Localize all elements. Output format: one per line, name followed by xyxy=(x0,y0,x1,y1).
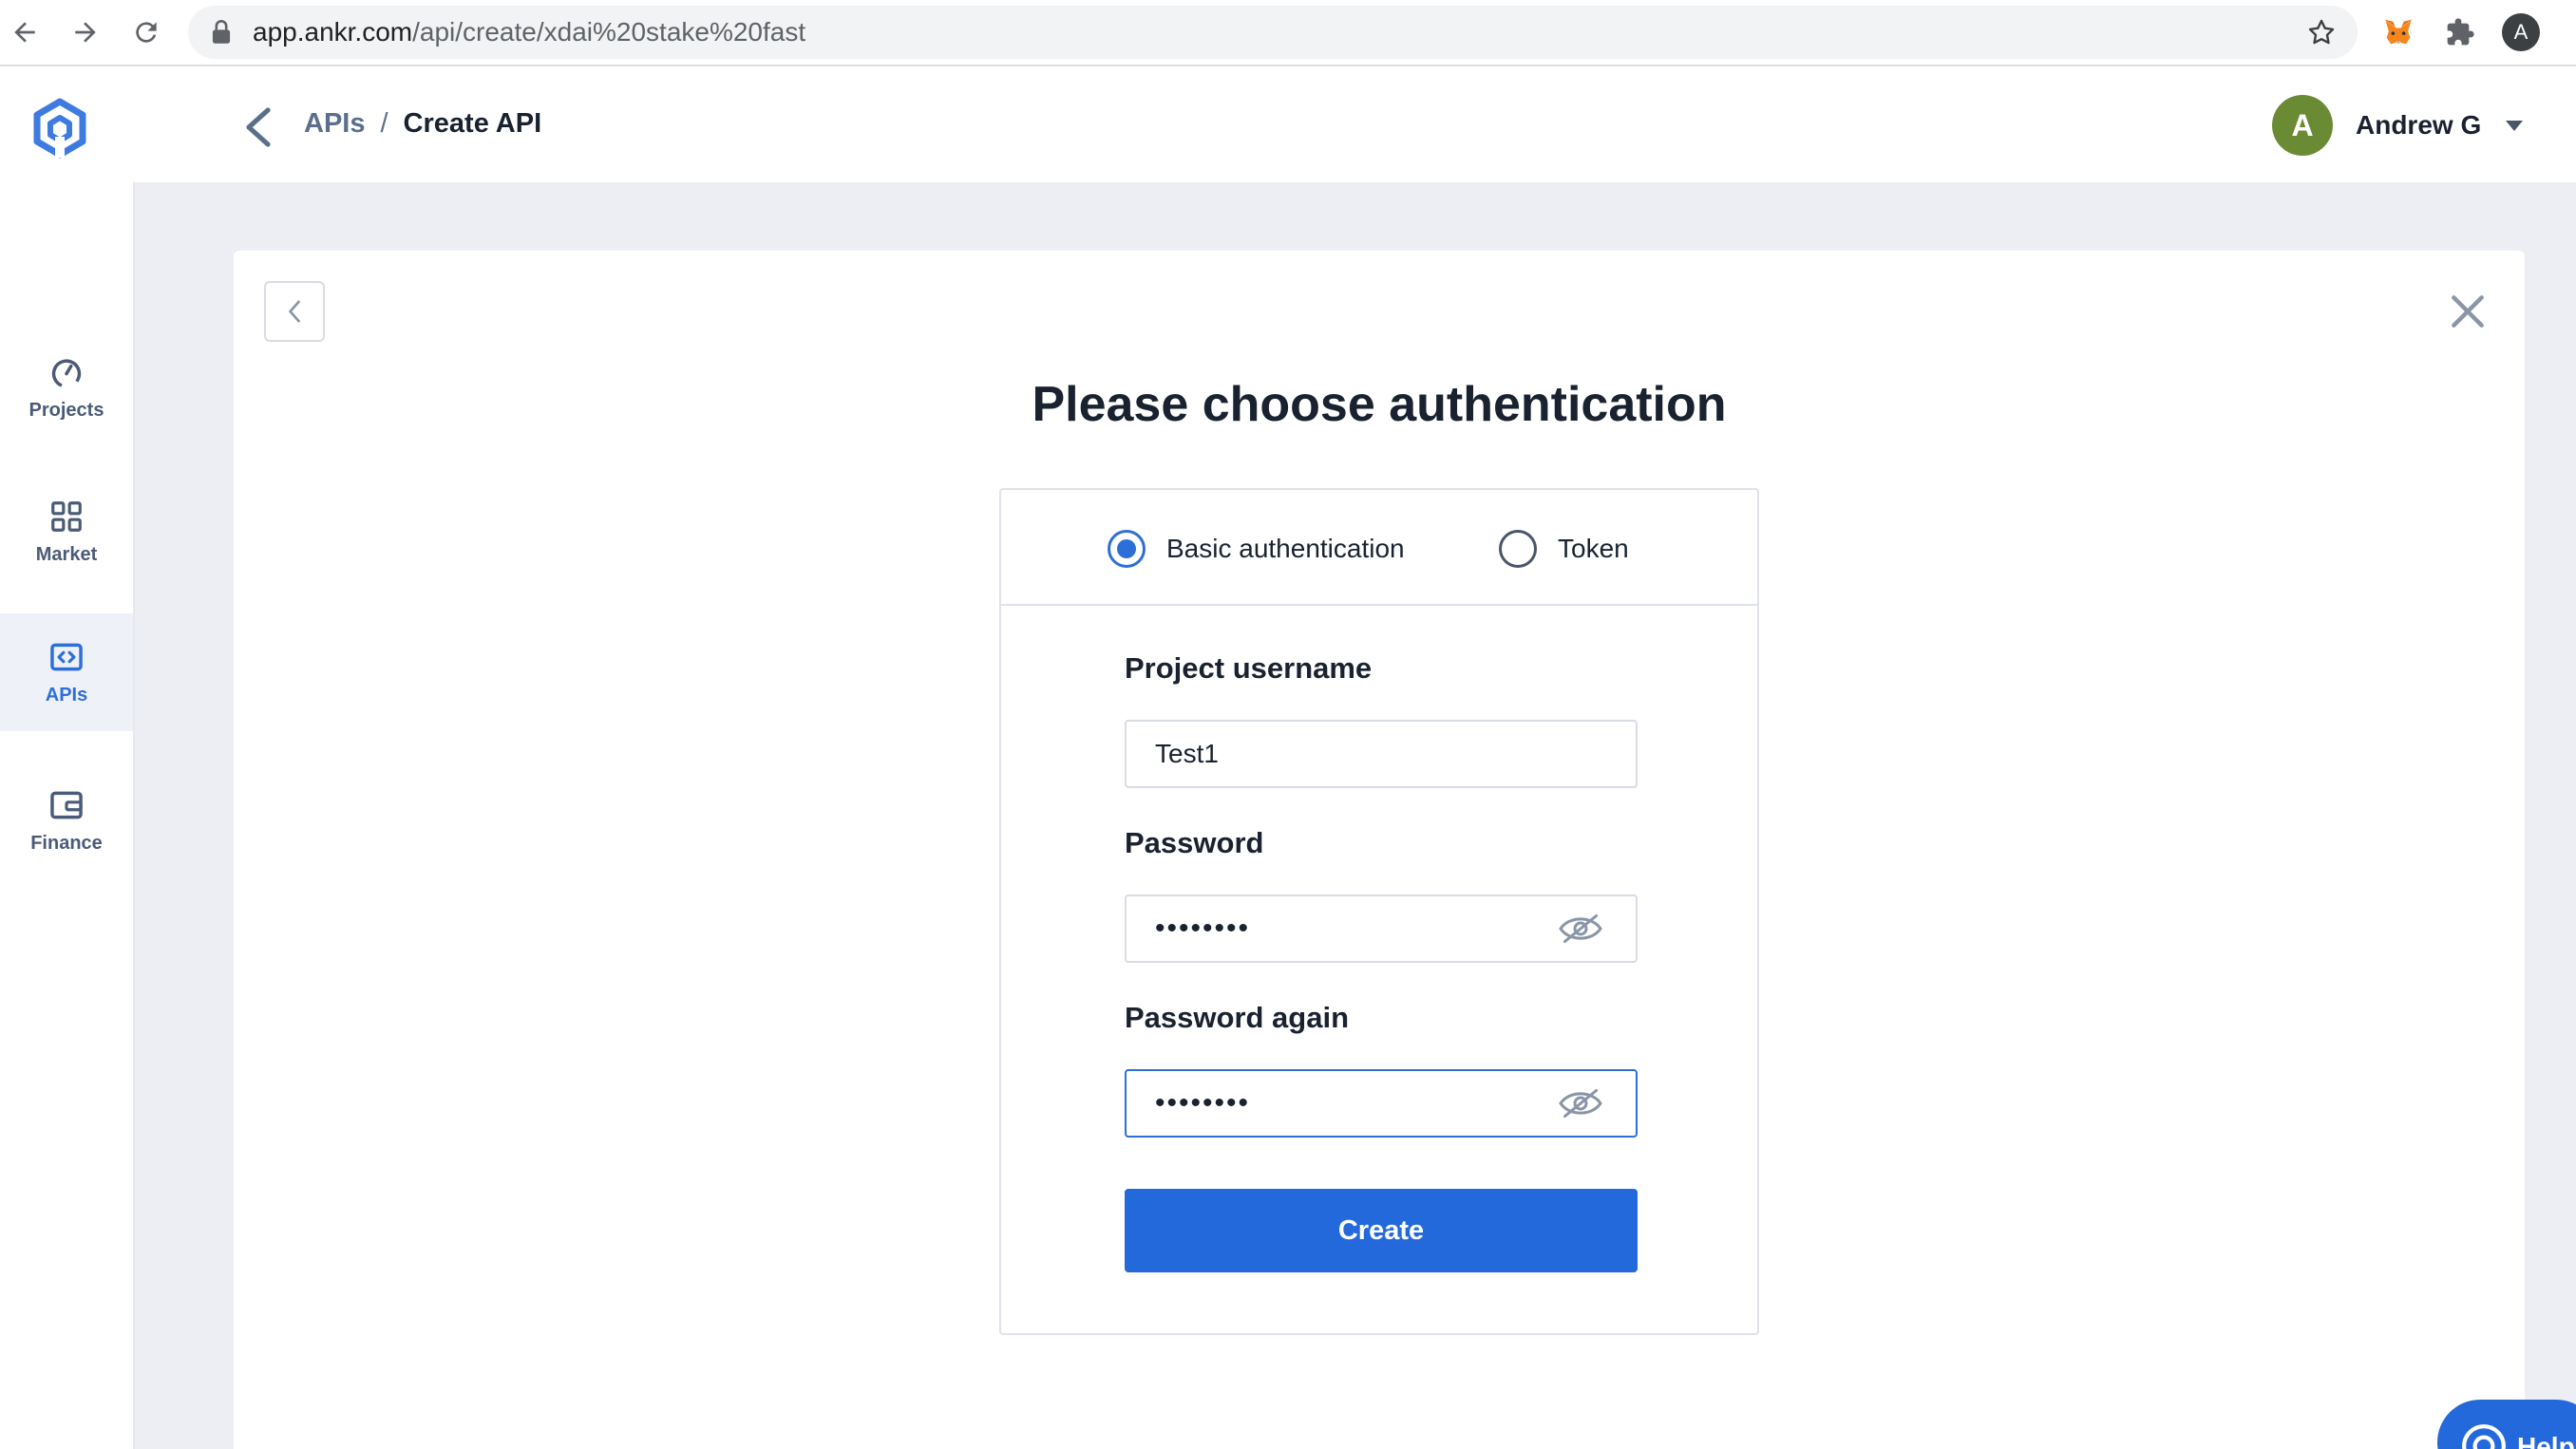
breadcrumb-current: Create API xyxy=(403,108,542,139)
sidebar-item-label: Projects xyxy=(28,399,104,421)
app-header: APIs / Create API A Andrew G xyxy=(0,68,2576,182)
sidebar-item-market[interactable]: Market xyxy=(0,473,133,591)
url-host: app.ankr.com xyxy=(253,17,413,47)
url-text: app.ankr.com/api/create/xdai%20stake%20f… xyxy=(253,17,805,47)
main-content: Please choose authentication Basic authe… xyxy=(135,182,2576,1449)
help-button[interactable]: Help xyxy=(2437,1400,2576,1449)
username-label: Project username xyxy=(1125,651,1373,685)
puzzle-extensions-icon[interactable] xyxy=(2441,13,2479,51)
eye-slash-icon[interactable] xyxy=(1558,912,1603,946)
sidebar-item-label: APIs xyxy=(45,684,88,706)
header-back-chevron-icon[interactable] xyxy=(241,106,275,148)
lock-icon xyxy=(212,20,231,44)
forward-arrow-icon[interactable] xyxy=(66,13,104,51)
address-bar[interactable]: app.ankr.com/api/create/xdai%20stake%20f… xyxy=(188,6,2358,59)
code-icon xyxy=(50,643,83,670)
basic-auth-label: Basic authentication xyxy=(1166,534,1405,563)
breadcrumb: APIs / Create API xyxy=(304,108,541,140)
chevron-down-icon xyxy=(2506,120,2524,131)
authentication-type-selector: Basic authentication Token xyxy=(1001,490,1757,606)
user-name: Andrew G xyxy=(2356,110,2482,140)
url-path: /api/create/xdai%20stake%20fast xyxy=(412,17,806,47)
help-label: Help xyxy=(2517,1432,2575,1449)
breadcrumb-apis-link[interactable]: APIs xyxy=(304,108,365,139)
reload-icon[interactable] xyxy=(127,13,165,51)
username-field[interactable] xyxy=(1125,720,1638,788)
token-radio[interactable] xyxy=(1499,530,1537,568)
basic-auth-radio[interactable] xyxy=(1108,530,1146,568)
sidebar-item-label: Market xyxy=(35,543,98,565)
browser-toolbar: app.ankr.com/api/create/xdai%20stake%20f… xyxy=(0,0,2576,66)
token-option[interactable]: Token xyxy=(1499,530,1629,568)
sidebar-item-label: Finance xyxy=(30,832,103,854)
ankr-logo-icon[interactable] xyxy=(28,97,91,160)
sidebar-item-projects[interactable]: Projects xyxy=(0,329,133,446)
breadcrumb-separator: / xyxy=(380,108,388,139)
star-icon[interactable] xyxy=(2306,17,2337,47)
password-again-label: Password again xyxy=(1125,1001,1350,1034)
user-menu[interactable]: A Andrew G xyxy=(2272,95,2524,156)
sidebar: Projects Market APIs Finance xyxy=(0,182,135,1449)
card-back-button[interactable] xyxy=(264,281,325,342)
grid-icon xyxy=(51,500,82,532)
page-title: Please choose authentication xyxy=(1032,377,1727,432)
profile-avatar: A xyxy=(2502,13,2540,51)
close-icon[interactable] xyxy=(2447,291,2489,332)
create-button[interactable]: Create xyxy=(1125,1189,1638,1272)
browser-profile-button[interactable]: A xyxy=(2502,13,2540,51)
token-label: Token xyxy=(1558,534,1629,563)
create-api-card: Please choose authentication Basic authe… xyxy=(234,251,2525,1449)
password-label: Password xyxy=(1125,826,1264,859)
eye-slash-icon[interactable] xyxy=(1558,1086,1603,1120)
back-arrow-icon[interactable] xyxy=(6,13,44,51)
sidebar-item-apis[interactable]: APIs xyxy=(0,613,133,731)
basic-auth-option[interactable]: Basic authentication xyxy=(1108,530,1405,568)
gauge-icon xyxy=(51,358,82,388)
sidebar-item-finance[interactable]: Finance xyxy=(0,762,133,879)
chevron-left-icon xyxy=(289,300,300,323)
authentication-form: Basic authentication Token Project usern… xyxy=(999,488,1759,1335)
avatar: A xyxy=(2272,95,2333,156)
metamask-fox-icon[interactable] xyxy=(2379,13,2417,51)
lifebuoy-icon xyxy=(2462,1424,2506,1449)
wallet-icon xyxy=(50,791,83,819)
